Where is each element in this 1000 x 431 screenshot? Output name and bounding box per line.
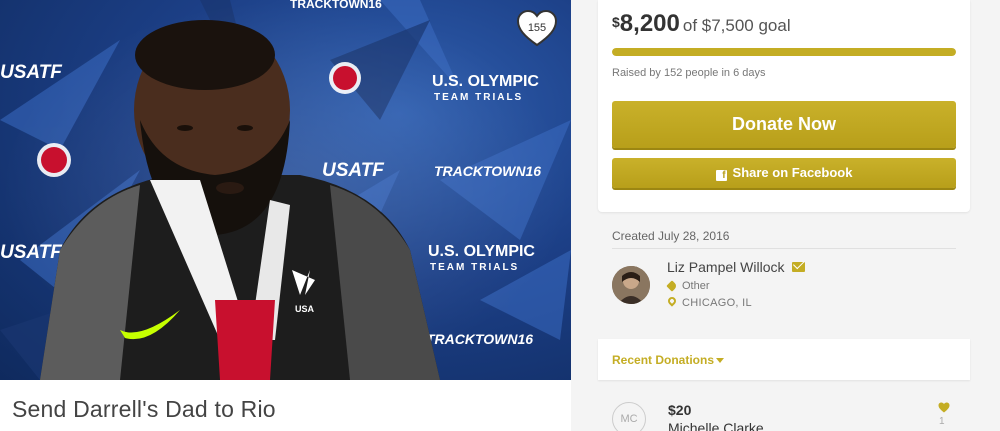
- amount-raised: 8,200: [619, 10, 680, 37]
- recent-donations-toggle[interactable]: Recent Donations: [598, 339, 970, 380]
- raised-by-text: Raised by 152 people in 6 days: [612, 67, 766, 79]
- donor-name: Michelle Clarke: [668, 420, 764, 431]
- tag-icon: [666, 280, 678, 292]
- chevron-down-icon: [716, 358, 724, 363]
- currency-symbol: $: [612, 14, 620, 30]
- campaign-category[interactable]: Other: [682, 280, 710, 292]
- campaign-location: CHICAGO, IL: [682, 297, 752, 309]
- backdrop-text: USATF: [0, 62, 63, 83]
- recent-donations-label: Recent Donations: [612, 353, 715, 367]
- like-heart-icon[interactable]: [938, 402, 950, 413]
- favorite-heart-badge[interactable]: 155: [516, 10, 558, 48]
- backdrop-text: USATF: [0, 242, 63, 263]
- backdrop-text: TEAM TRIALS: [430, 262, 519, 273]
- campaign-hero-image[interactable]: USATF U.S. OLYMPIC TEAM TRIALS USATF TRA…: [0, 0, 571, 380]
- divider: [612, 248, 956, 249]
- hero-scene: USATF U.S. OLYMPIC TEAM TRIALS USATF TRA…: [0, 0, 571, 380]
- backdrop-text: TRACKTOWN16: [290, 0, 382, 11]
- progress-bar-fill: [612, 48, 956, 56]
- location-pin-icon: [666, 295, 678, 307]
- share-on-facebook-button[interactable]: f Share on Facebook: [612, 158, 956, 188]
- campaign-main: USATF U.S. OLYMPIC TEAM TRIALS USATF TRA…: [0, 0, 571, 431]
- campaign-title: Send Darrell's Dad to Rio: [12, 396, 276, 422]
- svg-text:USA: USA: [295, 304, 315, 314]
- avatar-photo: [612, 266, 650, 304]
- goal-text: of $7,500 goal: [682, 16, 791, 35]
- campaign-page: USATF U.S. OLYMPIC TEAM TRIALS USATF TRA…: [0, 0, 1000, 431]
- amount-raised-line: $8,200 of $7,500 goal: [612, 10, 791, 38]
- facebook-icon: f: [715, 170, 727, 181]
- backdrop-text: TEAM TRIALS: [434, 92, 523, 103]
- campaign-sidebar: $8,200 of $7,500 goal Raised by 152 peopl…: [571, 0, 1000, 431]
- donation-amount: $20: [668, 402, 692, 418]
- backdrop-text: U.S. OLYMPIC: [428, 243, 535, 260]
- progress-bar: [612, 48, 956, 56]
- donor-avatar: MC: [612, 402, 646, 431]
- organizer-avatar[interactable]: [612, 266, 650, 304]
- heart-count: 155: [527, 22, 547, 34]
- like-count: 1: [939, 416, 945, 427]
- organizer-name[interactable]: Liz Pampel Willock: [667, 259, 784, 275]
- backdrop-text: U.S. OLYMPIC: [432, 73, 539, 90]
- donation-item: MC $20 Michelle Clarke: [598, 390, 970, 431]
- mail-icon[interactable]: [792, 262, 805, 272]
- donate-now-button[interactable]: Donate Now: [612, 101, 956, 148]
- funding-card: $8,200 of $7,500 goal Raised by 152 peopl…: [598, 0, 970, 212]
- backdrop-text: USATF: [322, 160, 385, 181]
- backdrop-text: TRACKTOWN16: [426, 331, 533, 347]
- share-label: Share on Facebook: [732, 165, 853, 180]
- backdrop-text: TRACKTOWN16: [434, 163, 541, 179]
- created-date: Created July 28, 2016: [612, 229, 730, 243]
